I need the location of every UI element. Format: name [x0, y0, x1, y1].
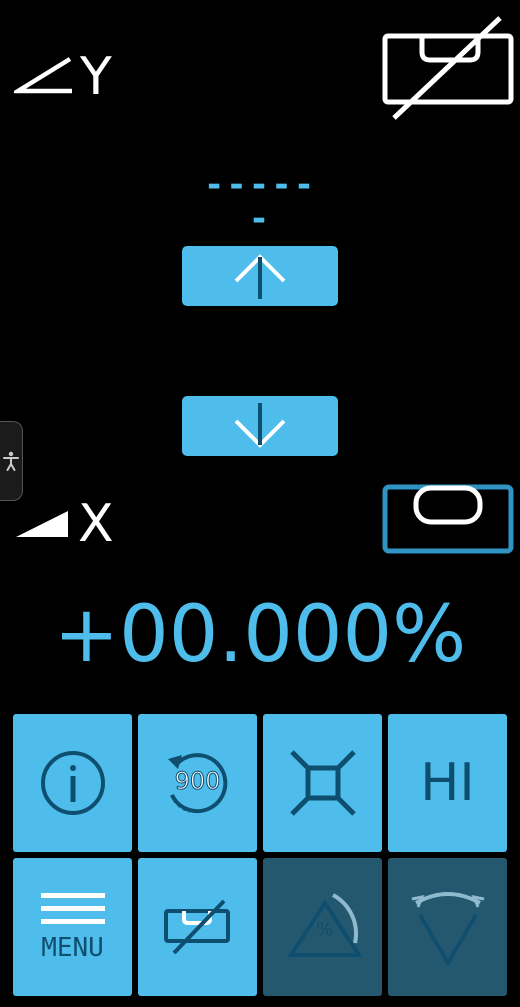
level-mode-button[interactable] — [382, 484, 514, 554]
slope-percent-button[interactable]: % — [263, 858, 382, 996]
x-axis-indicator: X — [14, 496, 124, 552]
x-axis-label: X — [78, 494, 114, 554]
hi-label: HI — [420, 753, 475, 813]
arc-triangle-icon — [411, 892, 484, 965]
accessibility-tab[interactable] — [0, 421, 23, 501]
info-icon — [40, 751, 105, 815]
level-off-icon — [382, 16, 514, 120]
hi-button[interactable]: HI — [388, 714, 507, 852]
level-toggle-button[interactable] — [382, 16, 514, 122]
square-crosshair-icon — [289, 750, 356, 816]
percent-readout: +00.000% — [53, 590, 467, 680]
slope-percent-icon-wrap: % — [285, 889, 361, 965]
rotate-icon-wrap: 900 — [160, 745, 236, 821]
decrease-button[interactable] — [182, 396, 338, 456]
arrow-up-icon — [234, 254, 286, 299]
accessibility-icon — [3, 451, 19, 471]
increase-button[interactable] — [182, 246, 338, 306]
y-value-display: ------ — [203, 165, 317, 239]
menu-label: MENU — [41, 933, 104, 963]
rotate-900-label: 900 — [174, 767, 221, 796]
calibrate-button[interactable] — [263, 714, 382, 852]
wedge-icon — [16, 511, 68, 537]
rotate-900-button[interactable]: 900 — [138, 714, 257, 852]
level-on-icon — [382, 484, 514, 554]
hamburger-icon — [40, 893, 105, 924]
info-button[interactable] — [13, 714, 132, 852]
slope-percent-label: % — [315, 919, 334, 940]
y-axis-label: Y — [80, 47, 112, 107]
level-off-button[interactable] — [138, 858, 257, 996]
arc-button[interactable] — [388, 858, 507, 996]
y-axis-indicator: Y — [14, 50, 124, 104]
level-app: Y ------ X +00.000% 900 HI MENU % — [0, 0, 520, 1007]
arrow-down-icon — [234, 403, 286, 448]
angle-icon — [14, 57, 72, 94]
menu-button[interactable]: MENU — [13, 858, 132, 996]
level-off-icon — [163, 899, 230, 955]
